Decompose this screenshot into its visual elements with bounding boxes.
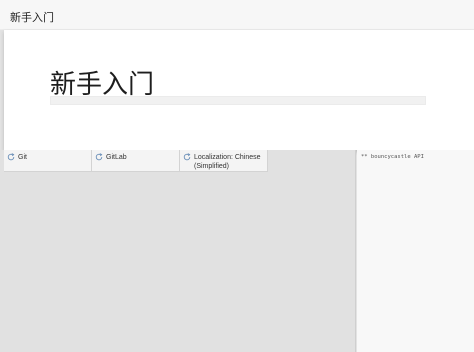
tab-gitlab[interactable]: GitLab (92, 150, 180, 172)
tab-label: Localization: Chinese (Simplified) (194, 154, 261, 170)
tab-git[interactable]: Git (4, 150, 92, 172)
tab-label: Git (18, 154, 27, 161)
sync-icon (183, 153, 191, 161)
window-title: 新手入门 (10, 12, 54, 24)
sync-icon (7, 153, 15, 161)
welcome-panel: 新手入门 (4, 30, 474, 150)
tab-localization-chinese[interactable]: Localization: Chinese (Simplified) (180, 150, 268, 172)
welcome-progress-bar (50, 96, 426, 105)
title-bar: 新手入门 (0, 0, 474, 30)
editor-area: Git GitLab Localization: Chinese (Simpli… (0, 150, 356, 352)
tab-label: GitLab (106, 154, 127, 161)
sync-icon (95, 153, 103, 161)
console-panel: ** bouncycastle API (357, 150, 474, 352)
console-line: ** bouncycastle API (361, 154, 424, 160)
plugin-tabs: Git GitLab Localization: Chinese (Simpli… (4, 150, 268, 172)
